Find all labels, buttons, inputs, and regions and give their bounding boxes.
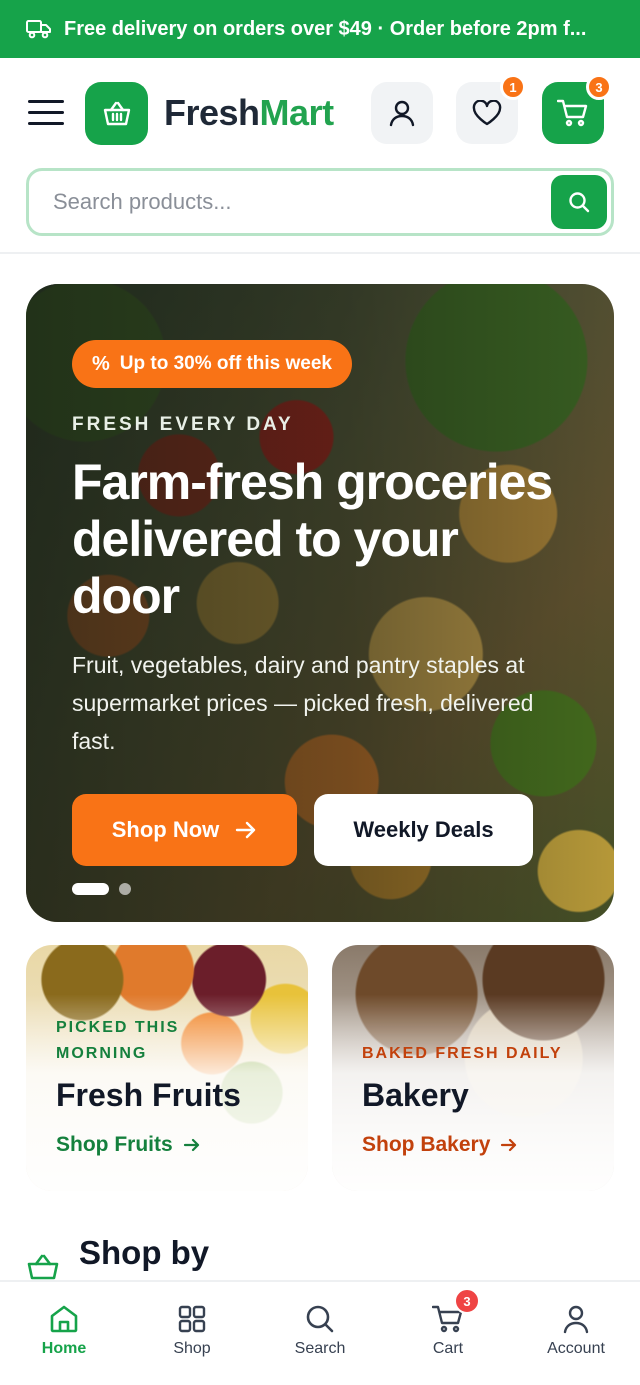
percent-icon: %	[92, 352, 110, 375]
promo-text: Up to 30% off this week	[119, 353, 332, 374]
nav-shop[interactable]: Shop	[128, 1282, 256, 1385]
user-icon	[563, 1305, 589, 1334]
category-card-content: PICKED THIS MORNING Fresh Fruits Shop Fr…	[26, 945, 308, 1191]
nav-label: Account	[547, 1340, 605, 1357]
cart-button[interactable]: 3	[542, 74, 612, 144]
menu-icon-line	[28, 111, 64, 114]
nav-label: Search	[294, 1340, 346, 1357]
hero-subtitle: Fruit, vegetables, dairy and pantry stap…	[72, 652, 534, 754]
category-card-fruits[interactable]: PICKED THIS MORNING Fresh Fruits Shop Fr…	[26, 945, 308, 1191]
carousel-dots	[72, 883, 131, 895]
hero-eyebrow: FRESH EVERY DAY	[72, 414, 294, 435]
shop-now-label: Shop Now	[111, 817, 220, 842]
category-eyebrow: BAKED FRESH DAILY	[362, 1045, 563, 1062]
nav-search[interactable]: Search	[256, 1282, 384, 1385]
search-icon	[306, 1305, 334, 1333]
section-title: Shop by	[79, 1234, 210, 1271]
logo-part1: Fresh	[164, 92, 260, 133]
logo[interactable]	[85, 82, 148, 145]
hero-content: % Up to 30% off this week FRESH EVERY DA…	[26, 284, 614, 922]
hero-banner: % Up to 30% off this week FRESH EVERY DA…	[26, 284, 614, 922]
user-icon	[389, 100, 415, 127]
basket-icon	[27, 1254, 59, 1280]
arrow-right-icon	[501, 1138, 517, 1152]
nav-cart-badge: 3	[454, 1288, 480, 1314]
carousel-dot-2[interactable]	[119, 883, 131, 895]
weekly-deals-button[interactable]: Weekly Deals	[314, 794, 533, 866]
wishlist-button[interactable]: 1	[456, 74, 526, 144]
nav-home[interactable]: Home	[0, 1282, 128, 1385]
nav-account[interactable]: Account	[512, 1282, 640, 1385]
announcement-text: Free delivery on orders over $49 · Order…	[64, 17, 587, 40]
menu-button[interactable]	[28, 100, 64, 130]
promo-badge: % Up to 30% off this week	[72, 340, 352, 388]
category-link-label: Shop Fruits	[56, 1133, 173, 1156]
nav-label: Shop	[173, 1340, 211, 1357]
heart-icon	[472, 100, 502, 126]
account-button[interactable]	[371, 82, 433, 144]
search-input[interactable]	[53, 185, 523, 219]
grid-icon	[178, 1305, 206, 1333]
nav-label: Home	[41, 1340, 87, 1357]
category-eyebrow: PICKED THIS MORNING	[56, 1019, 180, 1062]
arrow-right-icon	[183, 1138, 199, 1152]
category-title: Bakery	[362, 1077, 469, 1113]
menu-icon-line	[28, 122, 64, 125]
bottom-nav: Home Shop Search Cart 3 Account	[0, 1280, 640, 1385]
cart-badge: 3	[586, 74, 612, 100]
arrow-right-icon	[236, 821, 256, 839]
wishlist-badge: 1	[500, 74, 526, 100]
shop-fruits-link[interactable]: Shop Fruits	[56, 1133, 201, 1157]
search-button[interactable]	[551, 175, 607, 229]
truck-icon	[26, 20, 51, 39]
category-title: Fresh Fruits	[56, 1077, 241, 1113]
hero-headline: Farm-fresh groceries delivered to your d…	[72, 454, 553, 624]
search-bar	[26, 168, 614, 236]
shop-now-button[interactable]: Shop Now	[72, 794, 297, 866]
logo-wordmark[interactable]: FreshMart	[164, 92, 334, 134]
nav-label: Cart	[432, 1340, 464, 1357]
logo-part2: Mart	[259, 92, 335, 133]
site-header: FreshMart 1 3	[0, 58, 640, 254]
search-icon	[569, 192, 590, 213]
carousel-dot-1[interactable]	[72, 883, 109, 895]
menu-icon	[28, 100, 64, 103]
home-icon	[50, 1305, 78, 1333]
category-card-content: BAKED FRESH DAILY Bakery Shop Bakery	[332, 945, 614, 1191]
nav-cart[interactable]: Cart 3	[384, 1282, 512, 1385]
shop-bakery-link[interactable]: Shop Bakery	[362, 1133, 518, 1157]
basket-icon	[103, 101, 130, 125]
announcement-bar: Free delivery on orders over $49 · Order…	[0, 0, 640, 58]
cart-icon	[557, 99, 588, 127]
category-card-bakery[interactable]: BAKED FRESH DAILY Bakery Shop Bakery	[332, 945, 614, 1191]
category-link-label: Shop Bakery	[362, 1133, 491, 1156]
